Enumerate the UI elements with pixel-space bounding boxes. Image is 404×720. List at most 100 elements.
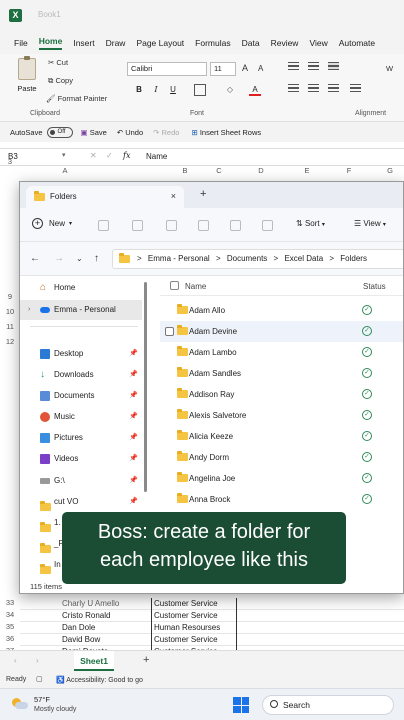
weather-icon[interactable] bbox=[12, 698, 28, 710]
tab-view[interactable]: View bbox=[309, 38, 327, 48]
pin-icon[interactable]: 📌 bbox=[129, 492, 138, 512]
tab-insert[interactable]: Insert bbox=[73, 38, 94, 48]
cut-button[interactable]: ✂ Cut bbox=[48, 58, 68, 67]
pin-icon[interactable]: 📌 bbox=[129, 365, 138, 385]
breadcrumb-item-emma[interactable]: Emma - Personal bbox=[148, 254, 210, 263]
list-item[interactable]: Addison Ray ✓ bbox=[160, 384, 403, 405]
sidebar-item-documents[interactable]: Documents 📌 bbox=[20, 386, 142, 406]
pin-icon[interactable]: 📌 bbox=[129, 449, 138, 469]
sidebar-item-videos[interactable]: Videos 📌 bbox=[20, 449, 142, 469]
wrap-text-button[interactable]: W bbox=[386, 64, 393, 73]
align-center-icon[interactable] bbox=[308, 84, 319, 92]
tab-file[interactable]: File bbox=[14, 38, 28, 48]
sidebar-item-g-drive[interactable]: G:\ 📌 bbox=[20, 471, 142, 491]
list-item[interactable]: Angelina Joe ✓ bbox=[160, 468, 403, 489]
bold-button[interactable]: B bbox=[133, 84, 145, 96]
tab-page-layout[interactable]: Page Layout bbox=[136, 38, 184, 48]
cut-icon[interactable] bbox=[98, 220, 109, 231]
copy-icon[interactable] bbox=[132, 220, 143, 231]
column-header-e[interactable]: E bbox=[302, 166, 312, 178]
paste-icon[interactable] bbox=[166, 220, 177, 231]
list-item[interactable]: Adam Lambo ✓ bbox=[160, 342, 403, 363]
forward-arrow-icon[interactable]: → bbox=[54, 253, 64, 264]
function-icon[interactable]: fx bbox=[123, 151, 130, 160]
pin-icon[interactable]: 📌 bbox=[129, 407, 138, 427]
tab-data[interactable]: Data bbox=[242, 38, 260, 48]
weather-temperature[interactable]: 57°F bbox=[34, 695, 50, 704]
row-number[interactable]: 34 bbox=[0, 610, 20, 619]
redo-button[interactable]: ↷ Redo bbox=[153, 128, 179, 137]
tab-automate[interactable]: Automate bbox=[339, 38, 375, 48]
column-header-g[interactable]: G bbox=[385, 166, 395, 178]
column-header-a[interactable]: A bbox=[60, 166, 70, 178]
row-number[interactable]: 12 bbox=[0, 337, 20, 346]
macro-icon[interactable]: ▢ bbox=[36, 675, 43, 683]
list-item[interactable]: Anna Brock ✓ bbox=[160, 489, 403, 510]
sidebar-item-downloads[interactable]: ↓ Downloads 📌 bbox=[20, 365, 142, 385]
department-cell[interactable]: Customer Service bbox=[151, 598, 237, 610]
up-arrow-icon[interactable]: ↑ bbox=[94, 253, 99, 264]
format-painter-button[interactable]: 🖌 Format Painter bbox=[46, 94, 107, 103]
italic-button[interactable]: I bbox=[150, 84, 162, 96]
row-number[interactable]: 36 bbox=[0, 634, 20, 643]
borders-icon[interactable] bbox=[194, 84, 206, 96]
tab-home[interactable]: Home bbox=[38, 36, 63, 50]
list-item[interactable]: Adam Sandles ✓ bbox=[160, 363, 403, 384]
list-item[interactable]: Andy Dorm ✓ bbox=[160, 447, 403, 468]
sort-button[interactable]: ⇅ Sort ▾ bbox=[296, 219, 325, 228]
font-size-select[interactable]: 11 bbox=[210, 62, 236, 76]
sidebar-item-emma-personal[interactable]: › Emma - Personal bbox=[20, 300, 142, 320]
rename-icon[interactable] bbox=[198, 220, 209, 231]
view-button[interactable]: ☰ View ▾ bbox=[354, 219, 386, 228]
share-icon[interactable] bbox=[230, 220, 241, 231]
row-number[interactable]: 9 bbox=[0, 292, 20, 301]
align-bottom-icon[interactable] bbox=[328, 62, 339, 70]
close-icon[interactable]: × bbox=[171, 191, 176, 201]
enter-icon[interactable]: ✓ bbox=[106, 151, 113, 160]
breadcrumb-item-documents[interactable]: Documents bbox=[227, 254, 267, 263]
accessibility-status[interactable]: ♿ Accessibility: Good to go bbox=[56, 676, 143, 684]
grow-font-icon[interactable]: A bbox=[242, 63, 248, 73]
align-left-icon[interactable] bbox=[288, 84, 299, 92]
breadcrumb[interactable]: > Emma - Personal > Documents > Excel Da… bbox=[112, 249, 403, 269]
breadcrumb-item-excel-data[interactable]: Excel Data bbox=[284, 254, 323, 263]
underline-button[interactable]: U bbox=[167, 84, 179, 96]
column-header-c[interactable]: C bbox=[214, 166, 224, 178]
pin-icon[interactable]: 📌 bbox=[129, 471, 138, 491]
autosave-toggle[interactable]: Off bbox=[46, 126, 73, 138]
department-cell[interactable]: Customer Service bbox=[151, 634, 237, 646]
list-item[interactable]: Alicia Keeze ✓ bbox=[160, 426, 403, 447]
shrink-font-icon[interactable]: A bbox=[258, 64, 263, 73]
sidebar-item-cut-vo[interactable]: cut VO 📌 bbox=[20, 492, 142, 512]
name-cell[interactable]: Cristo Ronald bbox=[62, 611, 152, 620]
chevron-left-icon[interactable]: ‹ bbox=[14, 656, 17, 665]
sheet-tab-sheet1[interactable]: Sheet1 bbox=[74, 651, 114, 671]
column-header-d[interactable]: D bbox=[256, 166, 266, 178]
row-number[interactable]: 10 bbox=[0, 307, 20, 316]
chevron-down-icon[interactable]: ⌄ bbox=[76, 254, 83, 263]
column-header-name[interactable]: Name bbox=[185, 282, 206, 291]
weather-condition[interactable]: Mostly cloudy bbox=[34, 706, 76, 713]
add-sheet-button[interactable]: + bbox=[143, 654, 149, 666]
align-right-icon[interactable] bbox=[328, 84, 339, 92]
formula-input[interactable]: Name bbox=[146, 152, 167, 161]
new-tab-button[interactable]: + bbox=[200, 188, 206, 200]
row-number[interactable]: 11 bbox=[0, 322, 20, 331]
row-number[interactable]: 35 bbox=[0, 622, 20, 631]
name-cell[interactable]: Dan Dole bbox=[62, 623, 152, 632]
column-header-f[interactable]: F bbox=[344, 166, 354, 178]
delete-icon[interactable] bbox=[262, 220, 273, 231]
save-button[interactable]: ▣ Save bbox=[81, 128, 107, 137]
undo-button[interactable]: ↶ Undo bbox=[117, 128, 143, 137]
windows-start-icon[interactable] bbox=[233, 697, 249, 713]
name-cell[interactable]: Charly U Amello bbox=[62, 599, 152, 608]
font-name-select[interactable]: Calibri bbox=[127, 62, 207, 76]
list-item[interactable]: Adam Allo ✓ bbox=[160, 300, 403, 321]
tab-review[interactable]: Review bbox=[271, 38, 299, 48]
chevron-right-icon[interactable]: › bbox=[28, 300, 30, 320]
row-number[interactable]: 3 bbox=[0, 157, 20, 166]
indent-icon[interactable] bbox=[350, 84, 361, 92]
font-color-icon[interactable]: A bbox=[249, 84, 261, 96]
tab-draw[interactable]: Draw bbox=[106, 38, 126, 48]
select-all-checkbox[interactable] bbox=[170, 281, 179, 290]
